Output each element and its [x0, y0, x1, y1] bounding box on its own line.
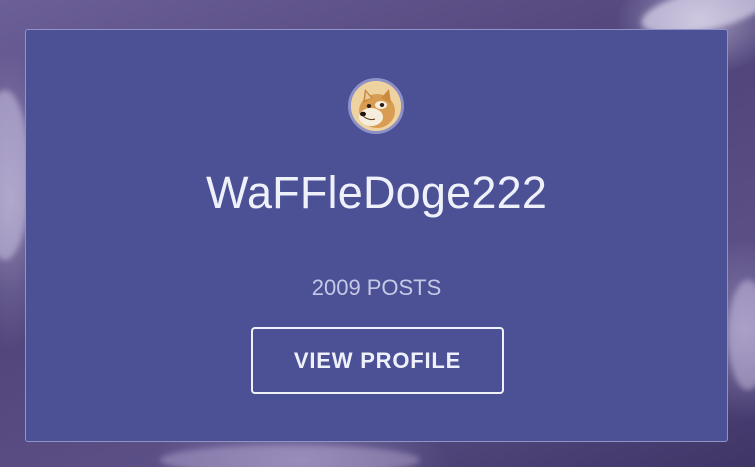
background-highlight [728, 280, 755, 390]
post-count-value: 2009 [311, 275, 361, 300]
post-count-label: POSTS [366, 275, 442, 300]
profile-card: WaFFleDoge222 2009 POSTS VIEW PROFILE [25, 29, 728, 442]
post-count: 2009 POSTS [26, 274, 727, 302]
background-highlight [160, 445, 420, 467]
view-profile-button[interactable]: VIEW PROFILE [251, 327, 504, 394]
username: WaFFleDoge222 [205, 167, 548, 218]
doge-avatar-icon[interactable] [348, 78, 404, 134]
doge-avatar-image [351, 81, 401, 131]
